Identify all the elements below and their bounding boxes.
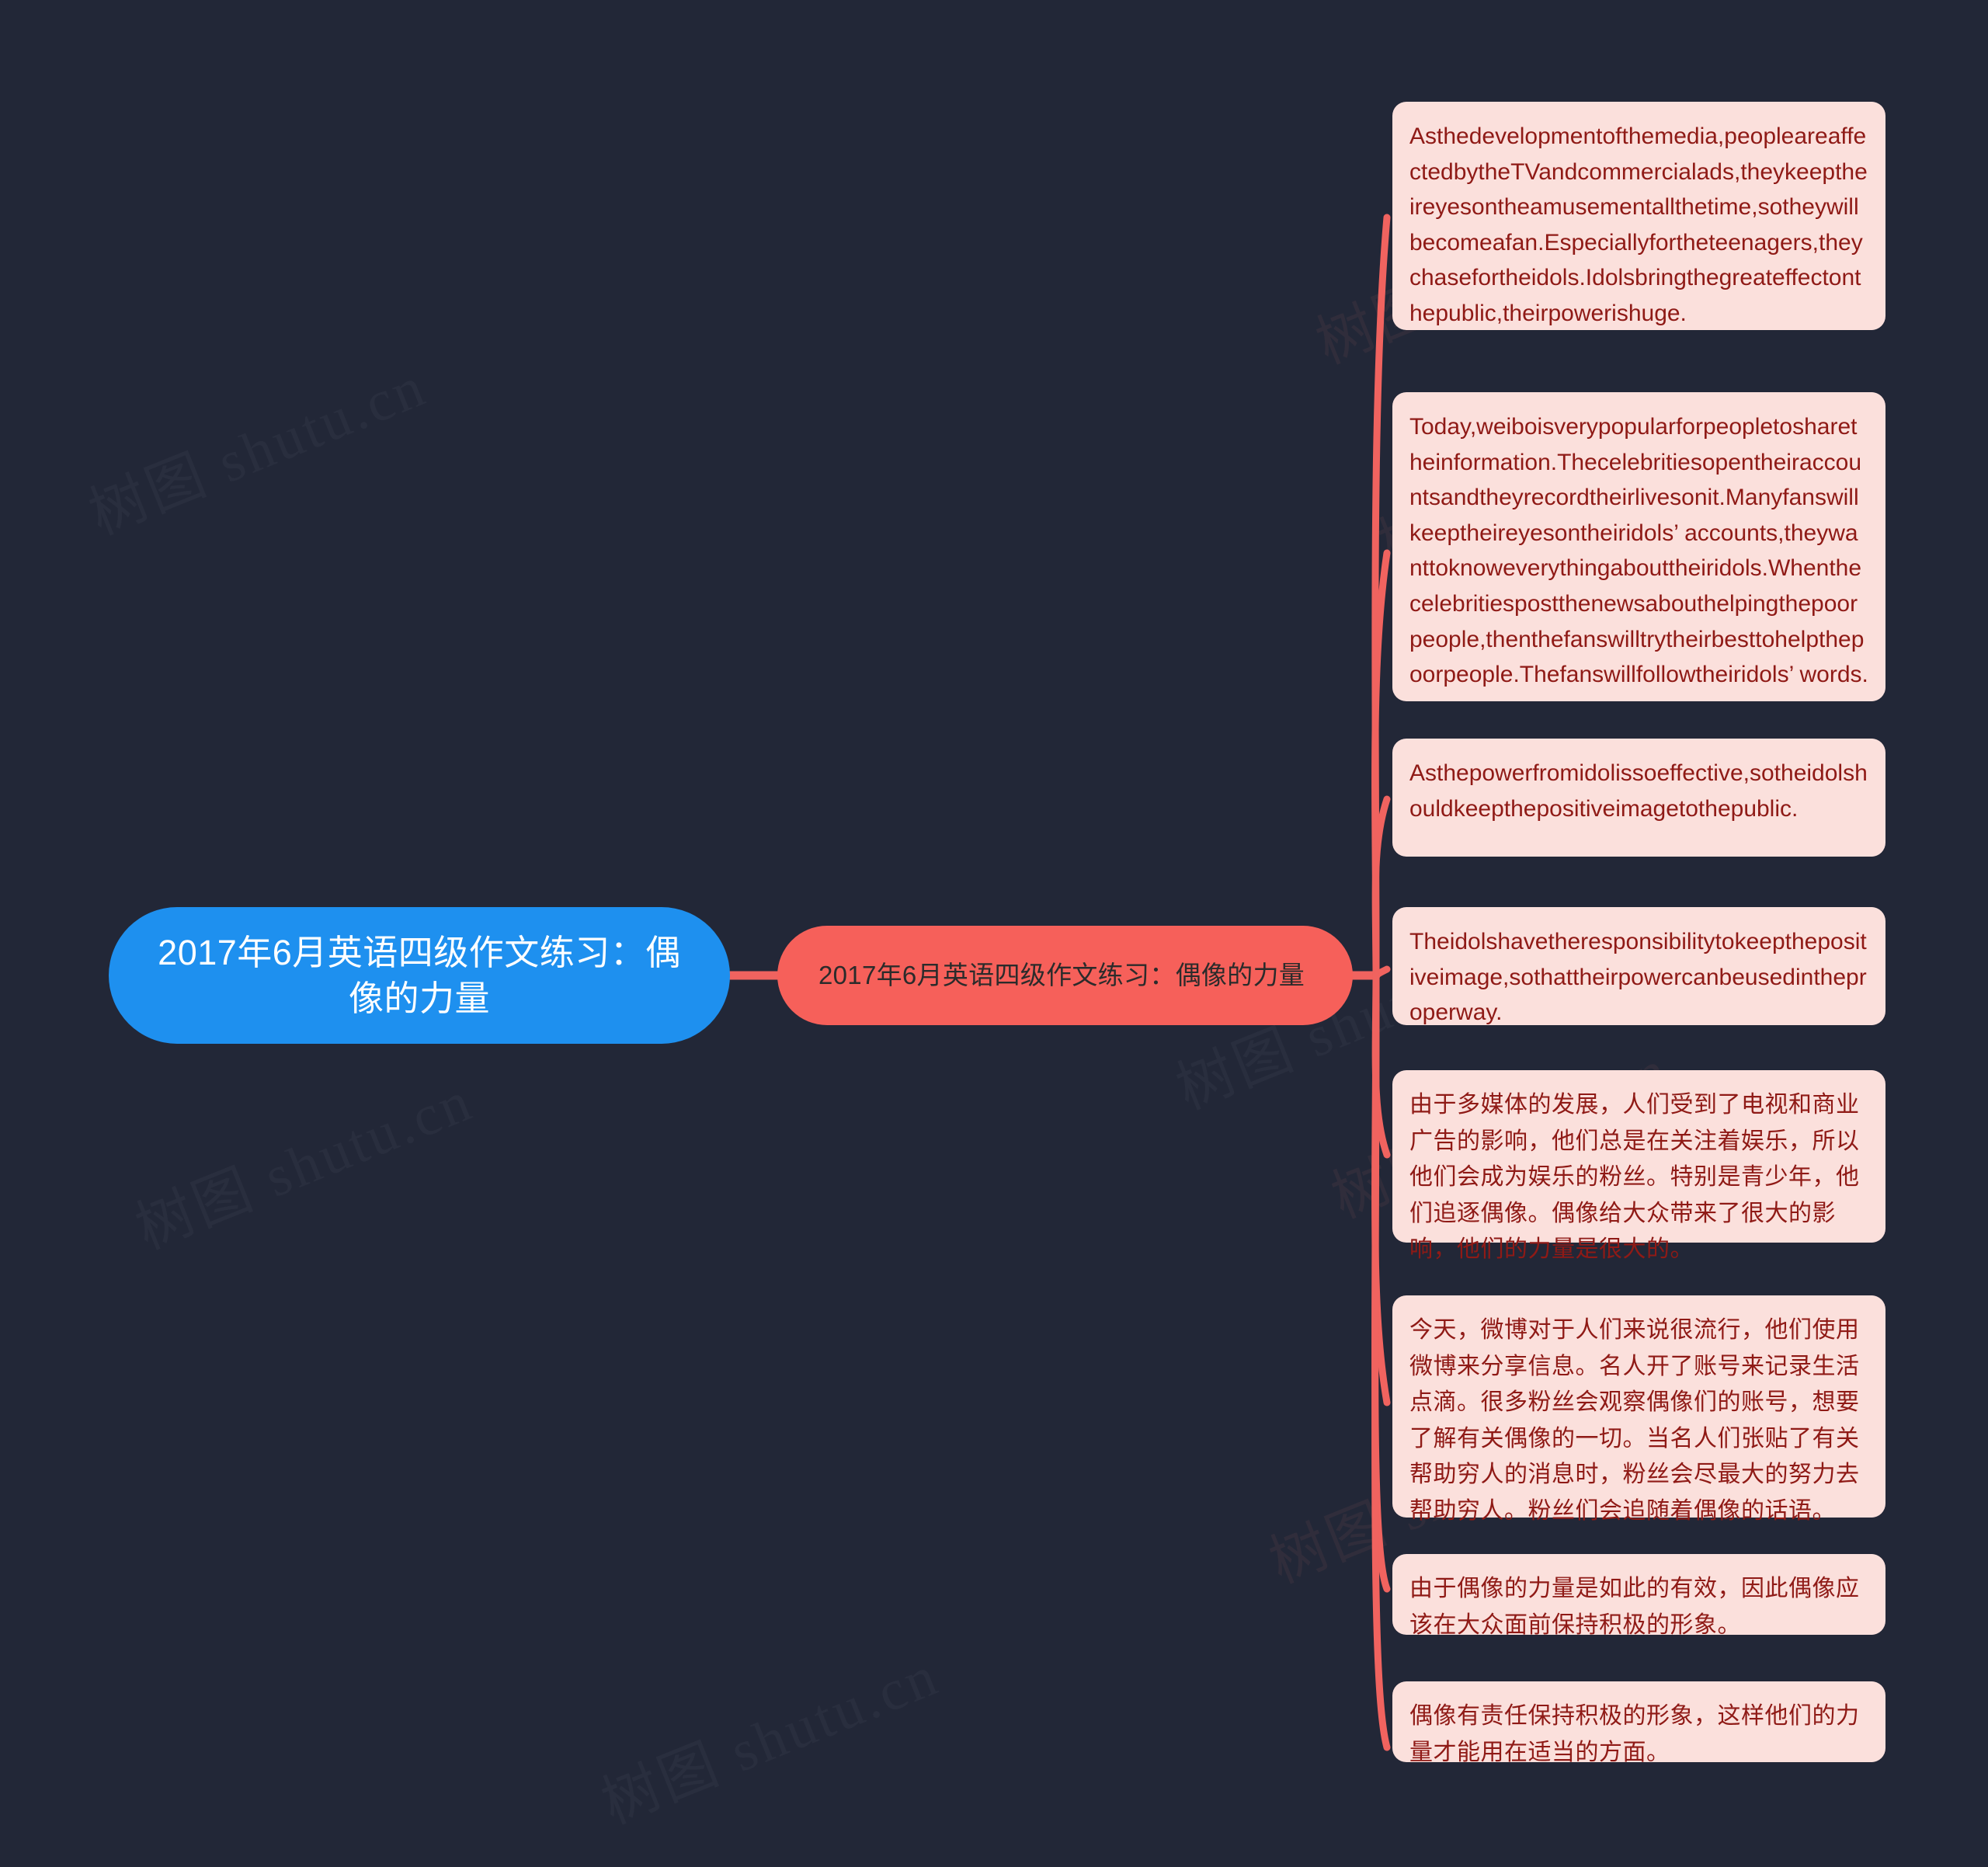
watermark-text: 树图 shutu.cn [75,340,437,551]
connector-branch-4 [1372,965,1391,979]
leaf-node[interactable]: Theidolshavetheresponsibilitytokeepthepo… [1392,907,1885,1025]
leaf-node[interactable]: 由于偶像的力量是如此的有效，因此偶像应该在大众面前保持积极的形象。 [1392,1554,1885,1638]
leaf-node[interactable]: 偶像有责任保持积极的形象，这样他们的力量才能用在适当的方面。 [1392,1681,1885,1765]
leaf-node-text: 今天，微博对于人们来说很流行，他们使用微博来分享信息。名人开了账号来记录生活点滴… [1409,1317,1860,1524]
root-node[interactable]: 2017年6月英语四级作文练习：偶像的力量 [109,907,730,1044]
leaf-node[interactable]: Asthedevelopmentofthemedia,peopleareaffe… [1392,102,1885,330]
leaf-node[interactable]: Asthepowerfromidolissoeffective,sotheido… [1392,739,1885,857]
root-node-label: 2017年6月英语四级作文练习：偶像的力量 [158,932,681,1018]
connector-branch-1 [1371,214,1391,979]
watermark-text: 树图 shutu.cn [588,1629,950,1840]
leaf-node-text: 由于多媒体的发展，人们受到了电视和商业广告的影响，他们总是在关注着娱乐，所以他们… [1409,1092,1860,1262]
connector-branch-6 [1371,972,1391,1406]
connector-branch-5 [1371,972,1391,1159]
leaf-node-text: Asthedevelopmentofthemedia,peopleareaffe… [1409,123,1868,326]
leaf-node[interactable]: 由于多媒体的发展，人们受到了电视和商业广告的影响，他们总是在关注着娱乐，所以他们… [1392,1070,1885,1262]
leaf-node-text: Asthepowerfromidolissoeffective,sotheido… [1409,760,1868,822]
connector-branch-3 [1371,795,1391,979]
connector-branch-7 [1371,972,1391,1593]
leaf-node-text: 偶像有责任保持积极的形象，这样他们的力量才能用在适当的方面。 [1409,1703,1860,1765]
topic-node-label: 2017年6月英语四级作文练习：偶像的力量 [818,960,1305,989]
leaf-node[interactable]: Today,weiboisverypopularforpeopletoshare… [1392,392,1885,701]
watermark-text: 树图 shutu.cn [122,1055,484,1265]
connector-branch-8 [1371,972,1391,1751]
leaf-node-text: 由于偶像的力量是如此的有效，因此偶像应该在大众面前保持积极的形象。 [1409,1576,1860,1638]
leaf-node-text: Theidolshavetheresponsibilitytokeepthepo… [1409,929,1867,1026]
leaf-node[interactable]: 今天，微博对于人们来说很流行，他们使用微博来分享信息。名人开了账号来记录生活点滴… [1392,1295,1885,1524]
leaf-node-text: Today,weiboisverypopularforpeopletoshare… [1409,414,1868,688]
connector-branch-2 [1371,549,1391,979]
topic-node[interactable]: 2017年6月英语四级作文练习：偶像的力量 [777,926,1353,1025]
